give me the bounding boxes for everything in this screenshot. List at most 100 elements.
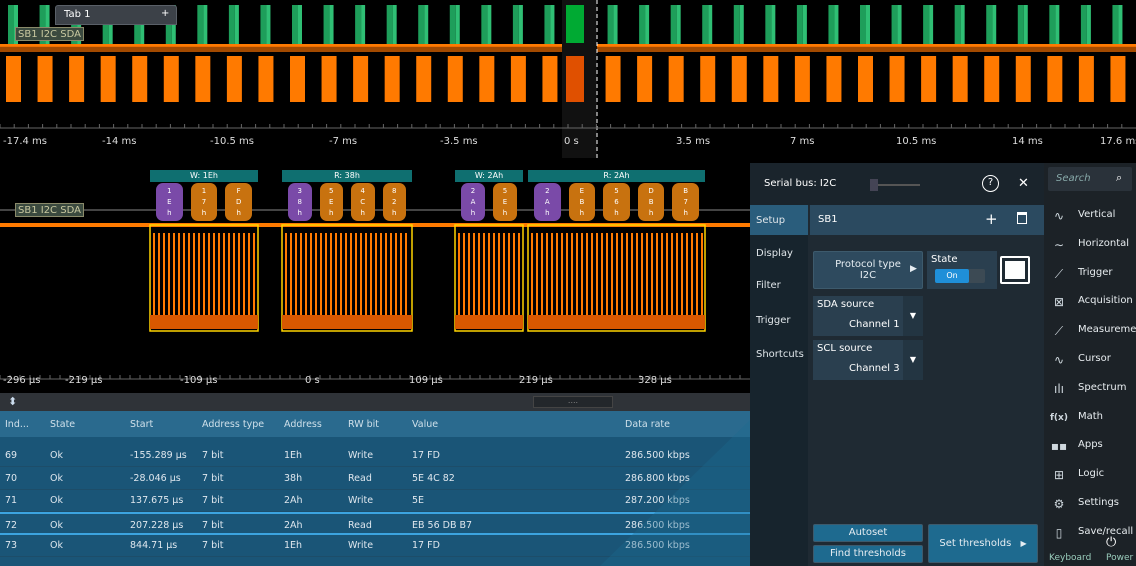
byte-glyph: h — [470, 209, 476, 217]
zoom-signal-label[interactable]: SB1 I2C SDA — [15, 203, 84, 217]
address-byte[interactable]: 2 Ah — [534, 183, 561, 221]
column-header[interactable]: Address type — [202, 419, 264, 430]
close-icon[interactable]: ✕ — [1018, 176, 1029, 191]
byte-glyph: h — [167, 209, 172, 217]
sort-arrows-icon[interactable]: ⬍ — [8, 395, 17, 408]
data-byte[interactable]: 5 6 h — [603, 183, 630, 221]
menu-item-acquisition[interactable]: ⊠ Acquisition — [1050, 291, 1136, 315]
menu-item-label: Acquisition — [1078, 295, 1133, 307]
column-header[interactable]: Ind... — [5, 419, 29, 430]
chevron-down-icon[interactable]: ▼ — [903, 296, 923, 336]
table-cell: 7 bit — [202, 519, 224, 531]
panel-nav: Setup Display Filter Trigger Shortcuts — [750, 205, 808, 566]
table-cell: Ok — [50, 472, 63, 484]
menu-item-label: Apps — [1078, 439, 1103, 451]
power-button[interactable]: Power — [1106, 553, 1133, 563]
data-byte[interactable]: 1 7 h — [190, 183, 218, 221]
byte-glyph: 8 — [297, 198, 302, 206]
data-byte[interactable]: 5 Eh — [319, 183, 343, 221]
keyboard-button[interactable]: Keyboard — [1049, 553, 1091, 563]
panel-slider[interactable] — [870, 179, 920, 191]
sda-source-select[interactable]: SDA source Channel 1 ▼ — [813, 296, 923, 336]
frame-label[interactable]: R: 38h — [282, 170, 412, 182]
menu-item-horizontal[interactable]: ∼ Horizontal — [1050, 234, 1136, 258]
column-header[interactable]: RW bit — [348, 419, 379, 430]
data-byte[interactable]: DBh — [637, 183, 665, 221]
add-bus-button[interactable]: + — [985, 210, 998, 228]
column-header[interactable]: Address — [284, 419, 322, 430]
nav-display[interactable]: Display — [756, 248, 793, 259]
menu-item-math[interactable]: f(x) Math — [1050, 407, 1136, 431]
column-header[interactable]: Start — [130, 419, 153, 430]
nav-shortcuts[interactable]: Shortcuts — [756, 349, 804, 360]
menu-item-settings[interactable]: ⚙ Settings — [1050, 493, 1136, 517]
nav-setup[interactable]: Setup — [756, 215, 785, 226]
menu-item-cursor[interactable]: ∿ Cursor — [1050, 349, 1136, 373]
data-byte[interactable]: 5 Eh — [493, 183, 517, 221]
scl-source-select[interactable]: SCL source Channel 3 ▼ — [813, 340, 923, 380]
menu-item-vertical[interactable]: ∿ Vertical — [1050, 205, 1136, 229]
help-icon[interactable]: ? — [982, 175, 999, 192]
byte-glyph: B — [683, 187, 689, 195]
trash-icon[interactable] — [1017, 212, 1027, 224]
menu-item-apps[interactable]: ▪▪ Apps — [1050, 435, 1136, 459]
nav-filter[interactable]: Filter — [756, 280, 781, 291]
search-input[interactable]: Search — [1056, 173, 1091, 184]
address-byte[interactable]: 1 Eh — [156, 183, 183, 221]
add-tab-button[interactable]: + — [161, 8, 169, 19]
find-thresholds-button[interactable]: Find thresholds — [813, 545, 923, 563]
byte-glyph: B — [579, 198, 585, 206]
data-byte[interactable]: EBh — [568, 183, 596, 221]
overview-signal-label[interactable]: SB1 I2C SDA — [15, 27, 84, 41]
table-cell: 2Ah — [284, 519, 303, 531]
overview-tick-label: -14 ms — [102, 136, 137, 147]
byte-glyph: 3 — [297, 187, 302, 195]
panel-title: Serial bus: I2C — [764, 178, 837, 189]
table-cell: 5E — [412, 495, 425, 506]
zoom-waveform[interactable]: SB1 I2C SDA W: 1Eh 1 Eh 1 7 h F Dh R: 38h 3 8 h 5 Eh 4… — [0, 163, 750, 393]
protocol-type-button[interactable]: Protocol type I2C ▶ — [813, 251, 923, 289]
menu-item-spectrum[interactable]: ılı Spectrum — [1050, 378, 1136, 402]
byte-glyph: B — [648, 198, 654, 206]
address-byte[interactable]: 2 Ah — [461, 183, 485, 221]
table-cell: Write — [348, 450, 374, 461]
byte-glyph: 2 — [545, 187, 550, 195]
menu-item-logic[interactable]: ⊞ Logic — [1050, 464, 1136, 488]
byte-glyph: h — [360, 209, 365, 217]
state-toggle[interactable]: On — [935, 269, 985, 283]
chevron-down-icon[interactable]: ▼ — [903, 340, 923, 380]
menu-item-trigger[interactable]: ⟋ Trigger — [1050, 263, 1136, 287]
frame-label[interactable]: W: 2Ah — [455, 170, 523, 182]
table-cell: Write — [348, 495, 374, 506]
zoom-tick-label: 109 µs — [409, 375, 443, 386]
search-icon[interactable]: ⌕ — [1116, 171, 1122, 185]
power-icon[interactable]: ⏻ — [1106, 535, 1116, 550]
address-byte[interactable]: 3 8 h — [288, 183, 312, 221]
column-header[interactable]: State — [50, 419, 75, 430]
table-cell: 70 — [5, 472, 18, 484]
overview-waveform[interactable]: Tab 1 + SB1 I2C SDA -17.4 ms -14 ms -10.5 … — [0, 0, 1136, 158]
bus-tab-sb1[interactable]: SB1 — [818, 214, 838, 225]
byte-glyph: A — [544, 198, 550, 206]
data-byte[interactable]: 4 Ch — [351, 183, 375, 221]
menu-item-measurement[interactable]: ⟋ Measurement — [1050, 320, 1136, 344]
overview-tick-label: 0 s — [564, 136, 579, 147]
byte-glyph: h — [502, 209, 508, 217]
set-thresholds-button[interactable]: Set thresholds ▶ — [928, 524, 1038, 563]
byte-glyph: E — [502, 198, 508, 206]
frame-label[interactable]: R: 2Ah — [528, 170, 705, 182]
zoom-tick-label: 219 µs — [519, 375, 553, 386]
nav-trigger[interactable]: Trigger — [756, 315, 791, 326]
data-byte[interactable]: FDh — [225, 183, 252, 221]
frame-label[interactable]: W: 1Eh — [150, 170, 258, 182]
column-header[interactable]: Value — [412, 419, 438, 430]
data-byte[interactable]: 8 2 h — [382, 183, 406, 221]
zoom-tick-label: -109 µs — [180, 375, 218, 386]
chevron-right-icon: ▶ — [910, 264, 917, 274]
byte-glyph: h — [648, 209, 654, 217]
search-box[interactable]: Search ⌕ — [1048, 167, 1132, 191]
tab-1[interactable]: Tab 1 + — [55, 5, 177, 25]
measurement-icon: ⟋ — [1054, 324, 1064, 339]
data-byte[interactable]: B 7 h — [672, 183, 699, 221]
autoset-button[interactable]: Autoset — [813, 524, 923, 542]
